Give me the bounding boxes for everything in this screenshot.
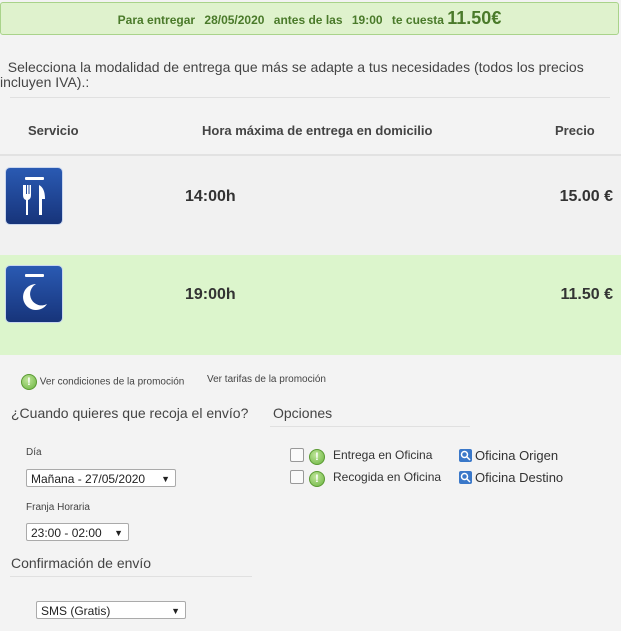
office-pickup-label: Recogida en Oficina — [333, 470, 442, 484]
header-precio: Precio — [555, 123, 595, 138]
promo-conditions-label: Ver condiciones de la promoción — [39, 376, 185, 388]
destination-office-link[interactable]: Oficina Destino — [475, 470, 563, 485]
banner-prefix: Para entregar — [117, 13, 196, 27]
day-select-value: Mañana - 27/05/2020 — [31, 472, 146, 486]
office-delivery-checkbox[interactable] — [290, 448, 304, 462]
day-label: Día — [26, 447, 42, 458]
slot-select-value: 23:00 - 02:00 — [31, 526, 102, 540]
banner-suffix: te cuesta — [391, 13, 444, 27]
chevron-down-icon: ▼ — [171, 606, 180, 616]
pickup-title: ¿Cuando quieres que recoja el envío? — [11, 405, 249, 421]
banner-time: 19:00 — [351, 13, 383, 27]
chevron-down-icon: ▼ — [114, 528, 123, 538]
banner-price: 11.50€ — [447, 8, 502, 28]
header-servicio: Servicio — [28, 123, 79, 138]
search-icon[interactable] — [459, 471, 472, 484]
options-title: Opciones — [273, 405, 333, 421]
banner-middle: antes de las — [273, 13, 343, 27]
search-icon[interactable] — [459, 449, 472, 462]
service-price: 15.00 € — [559, 188, 613, 205]
intro-text-content: Selecciona la modalidad de entrega que m… — [0, 59, 584, 90]
slot-label: Franja Horaria — [26, 502, 90, 513]
office-delivery-label: Entrega en Oficina — [333, 448, 433, 462]
divider — [10, 97, 610, 98]
banner-date: 28/05/2020 — [204, 13, 265, 27]
slot-select[interactable]: 23:00 - 02:00 ▼ — [26, 523, 129, 541]
price-summary-banner: Para entregar 28/05/2020 antes de las 19… — [0, 2, 619, 35]
warning-icon: ! — [309, 449, 325, 465]
warning-icon: ! — [309, 471, 325, 487]
day-select[interactable]: Mañana - 27/05/2020 ▼ — [26, 469, 176, 487]
service-row-lunch[interactable]: 14:00h 15.00 € — [0, 154, 621, 256]
delivery-time: 19:00h — [185, 286, 236, 303]
confirmation-select-value: SMS (Gratis) — [41, 604, 111, 618]
moon-icon — [6, 266, 62, 322]
fork-knife-icon — [6, 168, 62, 224]
origin-office-link[interactable]: Oficina Origen — [475, 448, 558, 463]
promo-conditions-link[interactable]: ! Ver condiciones de la promoción — [21, 374, 184, 390]
divider — [10, 576, 252, 577]
intro-text: Selecciona la modalidad de entrega que m… — [0, 60, 608, 90]
confirmation-select[interactable]: SMS (Gratis) ▼ — [36, 601, 186, 619]
office-pickup-checkbox[interactable] — [290, 470, 304, 484]
promo-rates-link[interactable]: Ver tarifas de la promoción — [207, 374, 326, 385]
confirmation-title: Confirmación de envío — [11, 555, 152, 571]
divider — [270, 426, 470, 427]
service-price: 11.50 € — [560, 286, 614, 303]
header-hora: Hora máxima de entrega en domicilio — [202, 123, 433, 138]
warning-icon: ! — [21, 374, 37, 390]
service-row-evening[interactable]: 19:00h 11.50 € — [0, 255, 621, 355]
delivery-time: 14:00h — [185, 188, 236, 205]
chevron-down-icon: ▼ — [161, 474, 170, 484]
